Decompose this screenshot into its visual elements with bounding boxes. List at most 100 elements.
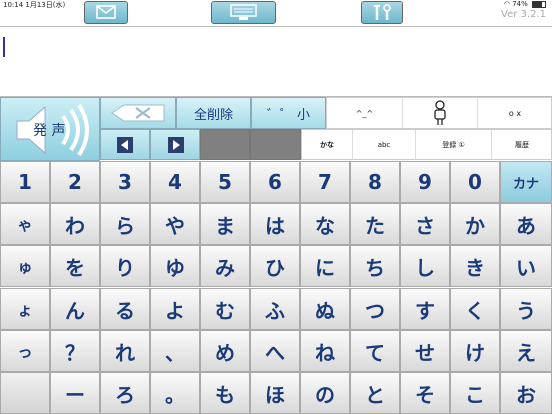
key[interactable]: こ — [450, 372, 500, 414]
key[interactable]: ゃ — [0, 203, 50, 245]
key[interactable]: ぬ — [300, 288, 350, 330]
key[interactable]: ら — [100, 203, 150, 245]
key[interactable]: 3 — [100, 161, 150, 203]
key[interactable]: っ — [0, 330, 50, 372]
key[interactable]: と — [350, 372, 400, 414]
key[interactable]: つ — [350, 288, 400, 330]
disabled-key — [250, 129, 301, 160]
key[interactable]: わ — [50, 203, 100, 245]
ox-button[interactable]: o x — [477, 98, 552, 128]
key[interactable]: く — [450, 288, 500, 330]
person-icon — [434, 100, 446, 125]
person-button[interactable] — [402, 98, 477, 128]
key[interactable]: よ — [150, 288, 200, 330]
status-time: 10:14 1月13日(水) — [3, 1, 66, 9]
monitor-keyboard-icon — [230, 4, 257, 20]
key[interactable]: そ — [400, 372, 450, 414]
key[interactable] — [0, 372, 50, 414]
input-mode-tabs: かな abc 登録 ① 履歴 — [301, 129, 552, 160]
key[interactable]: み — [200, 245, 250, 287]
key[interactable]: た — [350, 203, 400, 245]
tab-history[interactable]: 履歴 — [491, 130, 552, 159]
status-bar: 10:14 1月13日(水) ◠ 74% — [0, 0, 552, 11]
key[interactable]: る — [100, 288, 150, 330]
key[interactable]: ょ — [0, 288, 50, 330]
dakuten-small-button[interactable]: ゛゜ 小 — [251, 97, 326, 129]
key[interactable]: ん — [50, 288, 100, 330]
key[interactable]: せ — [400, 330, 450, 372]
key[interactable]: カナ — [500, 161, 552, 203]
key[interactable]: お — [500, 372, 552, 414]
status-battery: ◠ 74% — [504, 0, 546, 8]
tab-abc[interactable]: abc — [352, 130, 415, 159]
key[interactable]: ま — [200, 203, 250, 245]
settings-button[interactable] — [361, 1, 403, 24]
key[interactable]: 9 — [400, 161, 450, 203]
speak-label: 発 声 — [33, 123, 66, 139]
key[interactable]: へ — [250, 330, 300, 372]
key[interactable]: あ — [500, 203, 552, 245]
key[interactable]: き — [450, 245, 500, 287]
key[interactable]: す — [400, 288, 450, 330]
key[interactable]: ね — [300, 330, 350, 372]
key[interactable]: し — [400, 245, 450, 287]
mail-button[interactable] — [84, 1, 128, 24]
key[interactable]: む — [200, 288, 250, 330]
key[interactable]: け — [450, 330, 500, 372]
keyboard-display-button[interactable] — [211, 1, 276, 24]
key[interactable]: や — [150, 203, 200, 245]
key[interactable]: か — [450, 203, 500, 245]
key[interactable]: り — [100, 245, 150, 287]
key[interactable]: れ — [100, 330, 150, 372]
key[interactable]: 1 — [0, 161, 50, 203]
tab-kana[interactable]: かな — [302, 130, 352, 159]
key[interactable]: ー — [50, 372, 100, 414]
backspace-icon — [111, 104, 165, 122]
quick-input-row: ^_^ o x — [326, 97, 552, 129]
cursor-left-button[interactable] — [100, 129, 150, 160]
key[interactable]: ふ — [250, 288, 300, 330]
key[interactable]: に — [300, 245, 350, 287]
key[interactable]: の — [300, 372, 350, 414]
tab-register[interactable]: 登録 ① — [415, 130, 491, 159]
key[interactable]: い — [500, 245, 552, 287]
cursor-right-button[interactable] — [150, 129, 200, 160]
key[interactable]: を — [50, 245, 100, 287]
speak-button[interactable]: 発 声 — [0, 97, 100, 161]
key[interactable]: ろ — [100, 372, 150, 414]
key[interactable]: て — [350, 330, 400, 372]
key[interactable]: 7 — [300, 161, 350, 203]
key[interactable]: ち — [350, 245, 400, 287]
key[interactable]: 。 — [150, 372, 200, 414]
key[interactable]: は — [250, 203, 300, 245]
key[interactable]: 2 — [50, 161, 100, 203]
text-input-area[interactable] — [0, 26, 552, 97]
key[interactable]: 4 — [150, 161, 200, 203]
key[interactable]: 8 — [350, 161, 400, 203]
backspace-button[interactable] — [100, 97, 176, 129]
battery-icon — [532, 0, 546, 8]
mail-icon — [96, 5, 116, 19]
key[interactable]: め — [200, 330, 250, 372]
emoticon-button[interactable]: ^_^ — [327, 98, 402, 128]
wifi-icon: ◠ — [503, 0, 513, 8]
key[interactable]: 0 — [450, 161, 500, 203]
key[interactable]: ひ — [250, 245, 300, 287]
key[interactable]: な — [300, 203, 350, 245]
text-caret — [3, 37, 5, 57]
key[interactable]: 6 — [250, 161, 300, 203]
key[interactable]: う — [500, 288, 552, 330]
key[interactable]: も — [200, 372, 250, 414]
key[interactable]: 5 — [200, 161, 250, 203]
key[interactable]: さ — [400, 203, 450, 245]
key[interactable]: ゅ — [0, 245, 50, 287]
disabled-key — [200, 129, 250, 160]
clear-all-button[interactable]: 全削除 — [176, 97, 251, 129]
key[interactable]: え — [500, 330, 552, 372]
version-label: Ver 3.2.1 — [501, 9, 546, 20]
key[interactable]: ゆ — [150, 245, 200, 287]
key[interactable]: ？ — [50, 330, 100, 372]
key[interactable]: ほ — [250, 372, 300, 414]
key[interactable]: 、 — [150, 330, 200, 372]
arrow-right-icon — [168, 137, 184, 153]
